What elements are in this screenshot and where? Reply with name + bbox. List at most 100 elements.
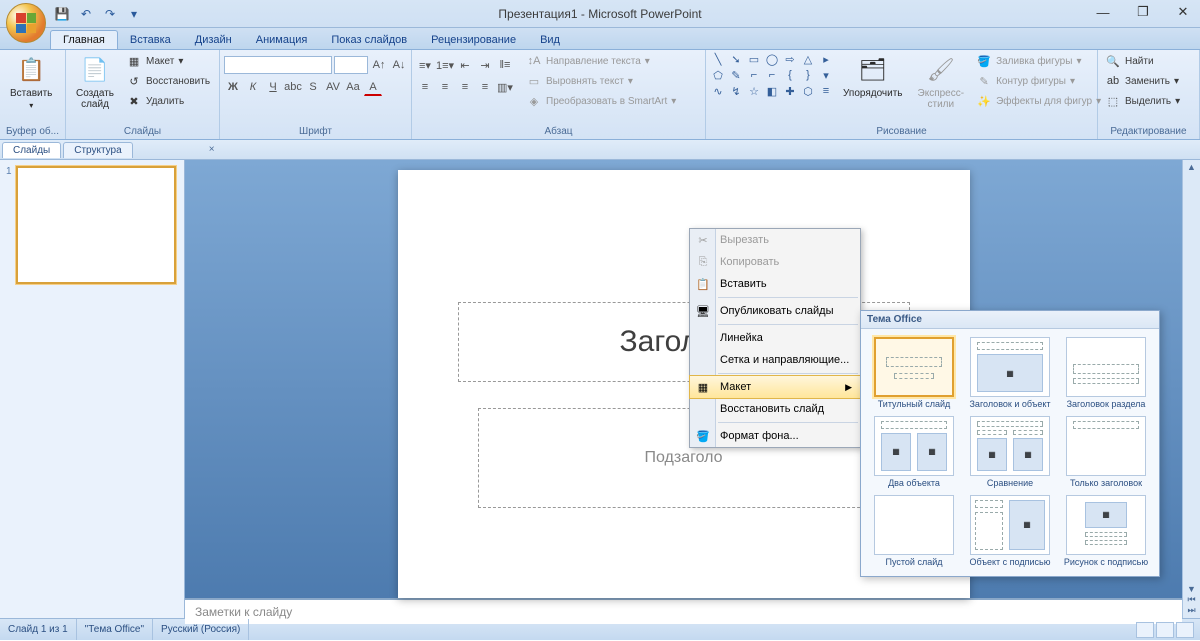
shrink-font-button[interactable]: A↓ — [390, 56, 408, 74]
layout-button[interactable]: ▦Макет ▾ — [123, 52, 213, 70]
paste-button[interactable]: 📋 Вставить ▾ — [4, 52, 58, 112]
next-slide-icon[interactable]: ⏭ — [1187, 605, 1195, 616]
tab-slideshow[interactable]: Показ слайдов — [319, 31, 419, 49]
tab-slides-panel[interactable]: Слайды — [2, 142, 61, 158]
shape-plus-icon[interactable]: ✚ — [782, 84, 798, 98]
layout-two-content[interactable]: ▦▦ Два объекта — [869, 416, 959, 489]
cm-paste[interactable]: 📋Вставить — [690, 273, 860, 295]
delete-button[interactable]: ✖Удалить — [123, 92, 213, 110]
columns-button[interactable]: ▥▾ — [496, 78, 514, 96]
replace-button[interactable]: abЗаменить ▾ — [1102, 72, 1183, 90]
tab-animation[interactable]: Анимация — [244, 31, 320, 49]
layout-blank[interactable]: Пустой слайд — [869, 495, 959, 568]
shape-l2-icon[interactable]: ⌐ — [764, 68, 780, 82]
minimize-button[interactable]: — — [1090, 2, 1116, 22]
shape-down-icon[interactable]: ▾ — [818, 68, 834, 82]
numbering-button[interactable]: 1≡▾ — [436, 56, 454, 74]
normal-view-button[interactable] — [1136, 622, 1154, 638]
align-text-button[interactable]: ▭Выровнять текст ▾ — [523, 72, 679, 90]
layout-title-content[interactable]: ▦ Заголовок и объект — [965, 337, 1055, 410]
save-icon[interactable]: 💾 — [52, 4, 72, 24]
layout-title-only[interactable]: Только заголовок — [1061, 416, 1151, 489]
shape-conn-icon[interactable]: ↯ — [728, 84, 744, 98]
smartart-button[interactable]: ◈Преобразовать в SmartArt ▾ — [523, 92, 679, 110]
shape-poly-icon[interactable]: ⬠ — [710, 68, 726, 82]
tab-insert[interactable]: Вставка — [118, 31, 183, 49]
tab-home[interactable]: Главная — [50, 30, 118, 49]
tab-outline-panel[interactable]: Структура — [63, 142, 132, 158]
font-name-combo[interactable] — [224, 56, 332, 74]
align-right-button[interactable]: ≡ — [456, 78, 474, 96]
redo-icon[interactable]: ↷ — [100, 4, 120, 24]
shapes-gallery[interactable]: ╲ ➘ ▭ ◯ ⇨ △ ▸ ⬠ ✎ ⌐ ⌐ { } ▾ ∿ ↯ ☆ ◧ ✚ ⬡ — [710, 52, 834, 98]
shape-tri-icon[interactable]: △ — [800, 52, 816, 66]
notes-pane[interactable]: Заметки к слайду — [185, 598, 1182, 624]
arrange-button[interactable]: 🗂 Упорядочить — [837, 52, 909, 101]
layout-comparison[interactable]: ▦▦ Сравнение — [965, 416, 1055, 489]
shape-oval-icon[interactable]: ◯ — [764, 52, 780, 66]
shape-outline-button[interactable]: ✎Контур фигуры ▾ — [973, 72, 1104, 90]
tab-review[interactable]: Рецензирование — [419, 31, 528, 49]
italic-button[interactable]: К — [244, 78, 262, 96]
quick-styles-button[interactable]: 🖌 Экспресс-стили — [912, 52, 971, 112]
reset-button[interactable]: ↺Восстановить — [123, 72, 213, 90]
layout-content-caption[interactable]: ▦ Объект с подписью — [965, 495, 1055, 568]
shape-curve-icon[interactable]: ∿ — [710, 84, 726, 98]
select-button[interactable]: ⬚Выделить ▾ — [1102, 92, 1183, 110]
shape-fill-button[interactable]: 🪣Заливка фигуры ▾ — [973, 52, 1104, 70]
shape-effects-button[interactable]: ✨Эффекты для фигур ▾ — [973, 92, 1104, 110]
shape-freeform-icon[interactable]: ✎ — [728, 68, 744, 82]
bold-button[interactable]: Ж — [224, 78, 242, 96]
indent-dec-button[interactable]: ⇤ — [456, 56, 474, 74]
close-button[interactable]: ✕ — [1170, 2, 1196, 22]
layout-picture-caption[interactable]: ▦ Рисунок с подписью — [1061, 495, 1151, 568]
status-language[interactable]: Русский (Россия) — [153, 619, 249, 640]
underline-button[interactable]: Ч — [264, 78, 282, 96]
font-color-button[interactable]: A — [364, 78, 382, 96]
office-button[interactable] — [6, 3, 46, 43]
cm-grid[interactable]: Сетка и направляющие... — [690, 349, 860, 371]
shape-arrow-icon[interactable]: ➘ — [728, 52, 744, 66]
shape-more-icon[interactable]: ▸ — [818, 52, 834, 66]
spacing-button[interactable]: AV — [324, 78, 342, 96]
tab-design[interactable]: Дизайн — [183, 31, 244, 49]
cm-copy[interactable]: ⎘Копировать — [690, 251, 860, 273]
qat-dropdown-icon[interactable]: ▾ — [124, 4, 144, 24]
vertical-scrollbar[interactable]: ▲ ▼ ⏮ ⏭ — [1182, 160, 1200, 618]
shape-brace-icon[interactable]: { — [782, 68, 798, 82]
font-size-combo[interactable] — [334, 56, 368, 74]
scroll-down-icon[interactable]: ▼ — [1187, 584, 1196, 594]
shape-l-icon[interactable]: ⌐ — [746, 68, 762, 82]
shape-arrow2-icon[interactable]: ⇨ — [782, 52, 798, 66]
shadow-button[interactable]: S — [304, 78, 322, 96]
cm-format-bg[interactable]: 🪣Формат фона... — [690, 425, 860, 447]
cm-cut[interactable]: ✂Вырезать — [690, 229, 860, 251]
prev-slide-icon[interactable]: ⏮ — [1187, 594, 1195, 605]
new-slide-button[interactable]: 📄 Создать слайд — [70, 52, 120, 112]
justify-button[interactable]: ≡ — [476, 78, 494, 96]
cm-reset[interactable]: Восстановить слайд — [690, 398, 860, 420]
maximize-button[interactable]: ❐ — [1130, 2, 1156, 22]
cm-publish[interactable]: 🖥Опубликовать слайды — [690, 300, 860, 322]
shape-rect-icon[interactable]: ▭ — [746, 52, 762, 66]
slideshow-view-button[interactable] — [1176, 622, 1194, 638]
shape-callout-icon[interactable]: ◧ — [764, 84, 780, 98]
layout-section-header[interactable]: Заголовок раздела — [1061, 337, 1151, 410]
cm-ruler[interactable]: Линейка — [690, 327, 860, 349]
bullets-button[interactable]: ≡▾ — [416, 56, 434, 74]
layout-title-slide[interactable]: Титульный слайд — [869, 337, 959, 410]
shape-line-icon[interactable]: ╲ — [710, 52, 726, 66]
strike-button[interactable]: abc — [284, 78, 302, 96]
shape-brace2-icon[interactable]: } — [800, 68, 816, 82]
shape-expand-icon[interactable]: ≡ — [818, 84, 834, 98]
indent-inc-button[interactable]: ⇥ — [476, 56, 494, 74]
grow-font-button[interactable]: A↑ — [370, 56, 388, 74]
align-left-button[interactable]: ≡ — [416, 78, 434, 96]
cm-layout[interactable]: ▦Макет▶ — [689, 375, 861, 399]
line-spacing-button[interactable]: ‖≡ — [496, 56, 514, 74]
sorter-view-button[interactable] — [1156, 622, 1174, 638]
text-direction-button[interactable]: ↕AНаправление текста ▾ — [523, 52, 679, 70]
shape-star-icon[interactable]: ☆ — [746, 84, 762, 98]
case-button[interactable]: Aa — [344, 78, 362, 96]
align-center-button[interactable]: ≡ — [436, 78, 454, 96]
